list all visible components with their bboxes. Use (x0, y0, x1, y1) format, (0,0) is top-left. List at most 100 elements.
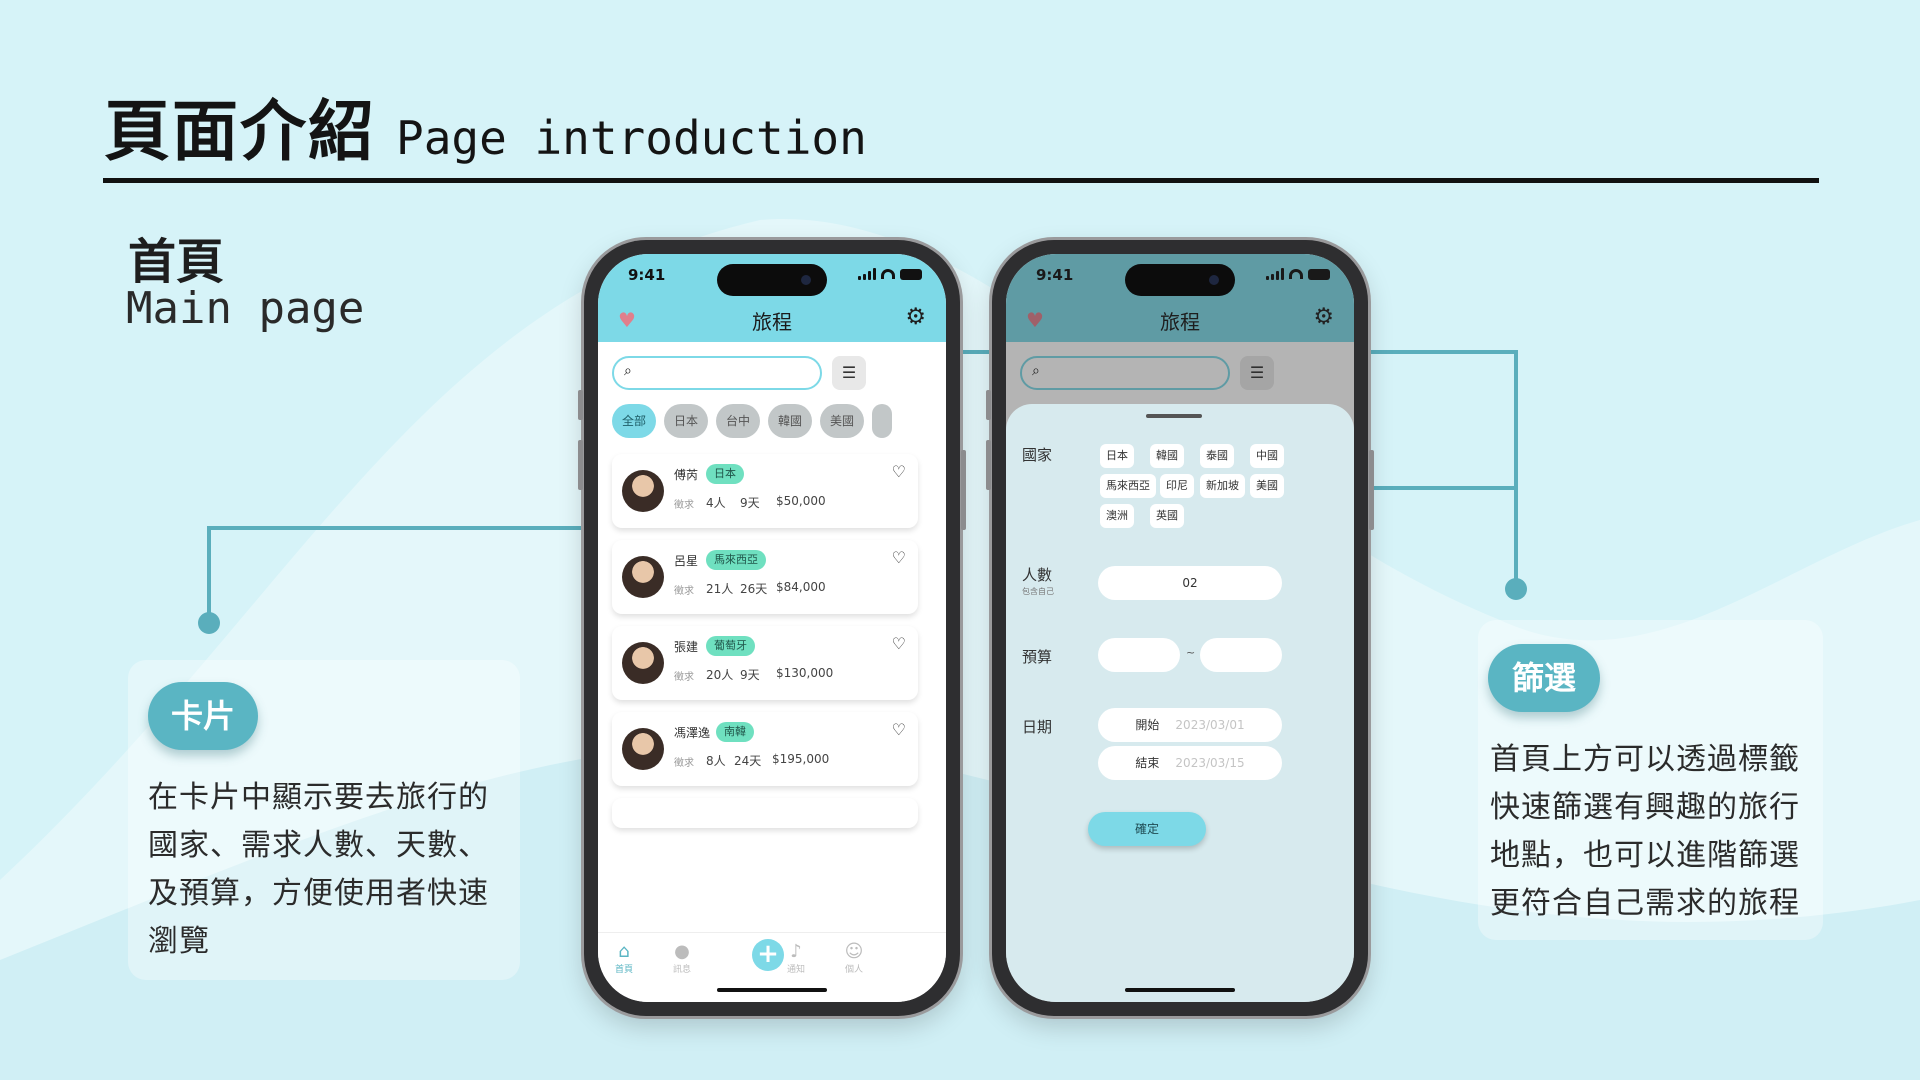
card-label: 徵求 (674, 672, 694, 683)
filter-callout-text: 首頁上方可以透過標籤 快速篩選有興趣的旅行 地點，也可以進階篩選 更符合自己需求… (1490, 742, 1800, 921)
card-days: 24天 (734, 754, 762, 768)
phone-mockup-filter: ♥ 旅程 ⚙ 9:41 ⌕ ☰ 國家 日本 韓國 泰國 中國 馬來西亞 印尼 新… (986, 240, 1374, 1016)
card-days: 26天 (740, 582, 768, 596)
country-chip[interactable]: 英國 (1150, 504, 1184, 528)
card-budget: $84,000 (776, 580, 826, 594)
country-chip[interactable]: 韓國 (1150, 444, 1184, 468)
tag-korea[interactable]: 韓國 (768, 404, 812, 438)
bell-icon: ♪ (790, 941, 802, 962)
end-date-placeholder: 2023/03/15 (1175, 756, 1245, 770)
country-badge: 南韓 (716, 722, 754, 742)
confirm-button[interactable]: 確定 (1088, 812, 1206, 846)
card-budget: $195,000 (772, 752, 830, 766)
card-days: 9天 (740, 668, 760, 682)
trip-card[interactable] (612, 798, 918, 828)
filter-sheet: 國家 日本 韓國 泰國 中國 馬來西亞 印尼 新加坡 美國 澳洲 英國 人數 包… (1006, 404, 1354, 1002)
tag-usa[interactable]: 美國 (820, 404, 864, 438)
slide-title-zh: 頁面介紹 (104, 93, 376, 170)
battery-icon (900, 268, 922, 280)
date-label: 日期 (1022, 718, 1053, 736)
card-label: 徵求 (674, 758, 694, 769)
phone-button (986, 390, 991, 420)
tag-all[interactable]: 全部 (612, 404, 656, 438)
country-badge: 日本 (706, 464, 744, 484)
filter-connector-v (1514, 350, 1518, 584)
sheet-handle[interactable] (1146, 414, 1202, 418)
card-connector-v (207, 526, 211, 624)
card-name: 傅芮 (674, 468, 699, 482)
trip-card[interactable]: 傅芮 日本 徵求 4人 9天 $50,000 ♡ (612, 454, 918, 528)
phone-mockup-main: ♥ 旅程 ⚙ 9:41 ⌕ ☰ 全部 日本 台中 韓國 美國 傅芮 日本 徵求 … (578, 240, 966, 1016)
filter-screen: ♥ 旅程 ⚙ 9:41 ⌕ ☰ 國家 日本 韓國 泰國 中國 馬來西亞 印尼 新… (1006, 254, 1354, 1002)
app-title: 旅程 (752, 310, 792, 334)
search-icon: ⌕ (624, 363, 632, 379)
signal-icon (858, 268, 876, 280)
tag-list: 全部 日本 台中 韓國 美國 (612, 404, 946, 438)
heart-outline-icon[interactable]: ♡ (892, 634, 906, 653)
country-chip[interactable]: 印尼 (1160, 474, 1194, 498)
card-name: 馮澤逸 (674, 726, 711, 740)
people-sublabel: 包含自己 (1022, 587, 1054, 596)
filter-button[interactable]: ☰ (832, 356, 866, 390)
trip-card[interactable]: 張建 葡萄牙 徵求 20人 9天 $130,000 ♡ (612, 626, 918, 700)
card-people: 21人 (706, 582, 734, 596)
heart-outline-icon[interactable]: ♡ (892, 720, 906, 739)
phone-button (578, 440, 583, 490)
country-chip[interactable]: 中國 (1250, 444, 1284, 468)
card-budget: $50,000 (776, 494, 826, 508)
filter-connector-dot (1505, 578, 1527, 600)
status-indicators (858, 268, 922, 280)
card-people: 8人 (706, 754, 726, 768)
tab-notifications[interactable]: ♪ 通知 (776, 941, 816, 975)
tab-label: 個人 (844, 965, 863, 975)
country-chip[interactable]: 新加坡 (1200, 474, 1245, 498)
country-chip[interactable]: 澳洲 (1100, 504, 1134, 528)
card-people: 20人 (706, 668, 734, 682)
home-indicator (717, 988, 827, 992)
tab-profile[interactable]: ☺ 個人 (834, 941, 874, 975)
budget-label: 預算 (1022, 648, 1053, 666)
avatar (622, 728, 664, 770)
card-name: 張建 (674, 640, 699, 654)
phone-button (961, 450, 966, 530)
tab-label: 首頁 (614, 965, 633, 975)
filter-icon: ☰ (841, 363, 857, 382)
start-date-field[interactable]: 開始 2023/03/01 (1098, 708, 1282, 742)
tag-taichung[interactable]: 台中 (716, 404, 760, 438)
slide-title-en: Page introduction (396, 111, 867, 165)
home-icon: ⌂ (618, 941, 630, 962)
card-connector-dot (198, 612, 220, 634)
end-date-label: 結束 (1135, 756, 1160, 770)
card-callout-text: 在卡片中顯示要去旅行的 國家、需求人數、天數、 及預算，方便使用者快速 瀏覽 (148, 780, 489, 959)
dynamic-island (1125, 264, 1235, 296)
card-budget: $130,000 (776, 666, 834, 680)
budget-separator: ~ (1186, 646, 1196, 659)
country-chip[interactable]: 泰國 (1200, 444, 1234, 468)
card-label: 徵求 (674, 586, 694, 597)
budget-max-field[interactable] (1200, 638, 1282, 672)
trip-card[interactable]: 呂星 馬來西亞 徵求 21人 26天 $84,000 ♡ (612, 540, 918, 614)
tag-more[interactable] (872, 404, 892, 438)
tab-messages[interactable]: ● 訊息 (662, 941, 702, 975)
country-label: 國家 (1022, 446, 1053, 464)
country-chip[interactable]: 美國 (1250, 474, 1284, 498)
tab-home[interactable]: ⌂ 首頁 (604, 941, 644, 975)
end-date-field[interactable]: 結束 2023/03/15 (1098, 746, 1282, 780)
gear-icon[interactable]: ⚙ (905, 304, 926, 330)
heart-outline-icon[interactable]: ♡ (892, 462, 906, 481)
wifi-icon (881, 269, 895, 279)
heart-outline-icon[interactable]: ♡ (892, 548, 906, 567)
budget-min-field[interactable] (1098, 638, 1180, 672)
trip-card[interactable]: 馮澤逸 南韓 徵求 8人 24天 $195,000 ♡ (612, 712, 918, 786)
country-badge: 葡萄牙 (706, 636, 755, 656)
country-chip[interactable]: 日本 (1100, 444, 1134, 468)
avatar (622, 556, 664, 598)
tag-japan[interactable]: 日本 (664, 404, 708, 438)
people-field[interactable]: 02 (1098, 566, 1282, 600)
bottom-tab-bar: ⌂ 首頁 ● 訊息 + ♪ 通知 ☺ 個人 (598, 932, 946, 1002)
start-date-placeholder: 2023/03/01 (1175, 718, 1245, 732)
country-chip[interactable]: 馬來西亞 (1100, 474, 1156, 498)
chat-icon: ● (674, 941, 690, 962)
search-input[interactable]: ⌕ (612, 356, 822, 390)
phone-button (578, 390, 583, 420)
